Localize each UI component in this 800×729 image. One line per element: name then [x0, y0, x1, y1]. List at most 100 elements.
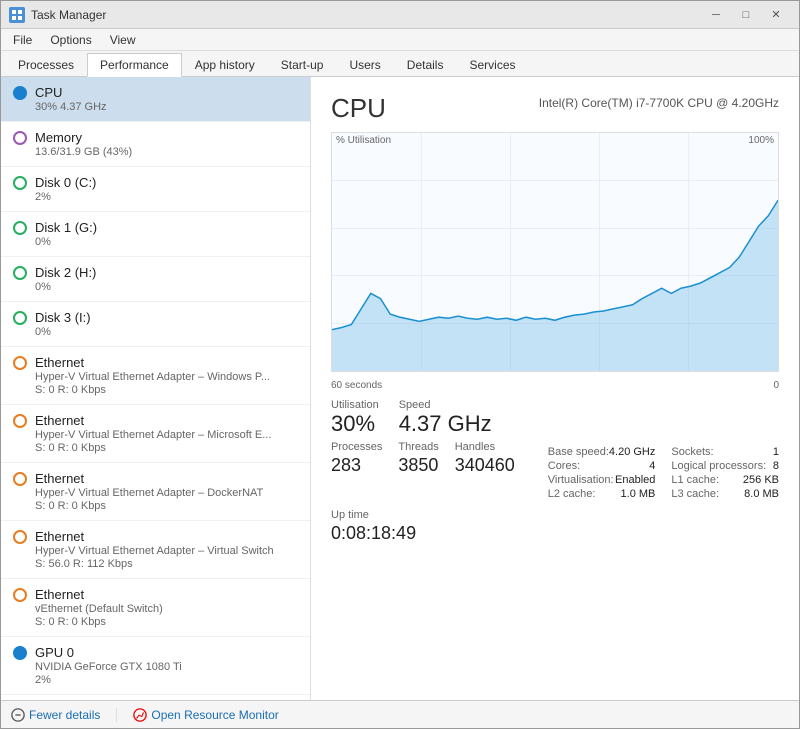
disk3-status-dot — [13, 311, 27, 325]
sidebar-eth4-name: Ethernet — [35, 529, 84, 544]
menu-view[interactable]: View — [102, 31, 144, 49]
close-button[interactable]: ✕ — [761, 5, 791, 25]
sidebar-eth2-sub2: S: 0 R: 0 Kbps — [13, 442, 298, 454]
handles-value: 340460 — [455, 453, 515, 478]
cpu-model: Intel(R) Core(TM) i7-7700K CPU @ 4.20GHz — [539, 93, 779, 115]
sidebar-disk2-sub: 0% — [13, 281, 298, 293]
sidebar-eth3-name: Ethernet — [35, 471, 84, 486]
eth3-status-dot — [13, 472, 27, 486]
sidebar-disk3-name: Disk 3 (I:) — [35, 310, 91, 325]
detail-l3-val: 8.0 MB — [744, 488, 779, 500]
main-panel: CPU Intel(R) Core(TM) i7-7700K CPU @ 4.2… — [311, 77, 799, 700]
sidebar-item-disk1[interactable]: Disk 1 (G:) 0% — [1, 212, 310, 257]
sidebar-gpu0-name: GPU 0 — [35, 645, 74, 660]
detail-logical-key: Logical processors: — [671, 460, 766, 472]
detail-sockets: Sockets: 1 — [671, 445, 779, 459]
sidebar-item-eth2[interactable]: Ethernet Hyper-V Virtual Ethernet Adapte… — [1, 405, 310, 463]
detail-cores: Cores: 4 — [548, 459, 656, 473]
processes-block: Processes 283 — [331, 441, 382, 501]
maximize-button[interactable]: □ — [731, 5, 761, 25]
threads-value: 3850 — [398, 453, 438, 478]
window-controls: ─ □ ✕ — [701, 5, 791, 25]
disk1-status-dot — [13, 221, 27, 235]
sidebar-disk0-name: Disk 0 (C:) — [35, 175, 96, 190]
processes-value: 283 — [331, 453, 382, 478]
tab-users[interactable]: Users — [336, 53, 393, 76]
sidebar-eth5-sub1: vEthernet (Default Switch) — [13, 603, 298, 615]
sidebar-eth3-sub1: Hyper-V Virtual Ethernet Adapter – Docke… — [13, 487, 298, 499]
cpu-title: CPU — [331, 93, 386, 124]
memory-status-dot — [13, 131, 27, 145]
chart-y-max: 100% — [748, 135, 774, 146]
detail-base-speed: Base speed: 4.20 GHz — [548, 445, 656, 459]
sidebar-eth2-name: Ethernet — [35, 413, 84, 428]
sidebar-item-cpu[interactable]: CPU 30% 4.37 GHz — [1, 77, 310, 122]
detail-virt-key: Virtualisation: — [548, 474, 614, 486]
tab-details[interactable]: Details — [394, 53, 457, 76]
detail-base-speed-key: Base speed: — [548, 446, 609, 458]
sidebar-item-gpu0[interactable]: GPU 0 NVIDIA GeForce GTX 1080 Ti 2% — [1, 637, 310, 695]
sidebar-item-memory[interactable]: Memory 13.6/31.9 GB (43%) — [1, 122, 310, 167]
minimize-button[interactable]: ─ — [701, 5, 731, 25]
eth1-status-dot — [13, 356, 27, 370]
sidebar-disk1-name: Disk 1 (G:) — [35, 220, 97, 235]
sidebar-item-eth1[interactable]: Ethernet Hyper-V Virtual Ethernet Adapte… — [1, 347, 310, 405]
eth2-status-dot — [13, 414, 27, 428]
tab-app-history[interactable]: App history — [182, 53, 268, 76]
sidebar-item-eth4[interactable]: Ethernet Hyper-V Virtual Ethernet Adapte… — [1, 521, 310, 579]
sidebar-disk3-sub: 0% — [13, 326, 298, 338]
uptime-block: Up time 0:08:18:49 — [331, 509, 779, 546]
detail-l2-val: 1.0 MB — [621, 488, 656, 500]
detail-virt-val: Enabled — [615, 474, 655, 486]
disk2-status-dot — [13, 266, 27, 280]
sidebar-disk2-name: Disk 2 (H:) — [35, 265, 96, 280]
detail-virtualisation: Virtualisation: Enabled — [548, 473, 656, 487]
chart-bottom-labels: 60 seconds 0 — [331, 380, 779, 391]
tabs-bar: Processes Performance App history Start-… — [1, 51, 799, 77]
sidebar-disk1-sub: 0% — [13, 236, 298, 248]
sidebar-item-disk3[interactable]: Disk 3 (I:) 0% — [1, 302, 310, 347]
detail-cores-val: 4 — [649, 460, 655, 472]
tab-startup[interactable]: Start-up — [268, 53, 337, 76]
detail-cores-key: Cores: — [548, 460, 580, 472]
detail-logical-processors: Logical processors: 8 — [671, 459, 779, 473]
sidebar-eth5-sub2: S: 0 R: 0 Kbps — [13, 616, 298, 628]
sidebar-gpu0-sub1: NVIDIA GeForce GTX 1080 Ti — [13, 661, 298, 673]
fewer-details-button[interactable]: Fewer details — [11, 708, 100, 722]
detail-l2-key: L2 cache: — [548, 488, 596, 500]
fewer-details-label: Fewer details — [29, 708, 100, 722]
tab-processes[interactable]: Processes — [5, 53, 87, 76]
task-manager-window: Task Manager ─ □ ✕ File Options View Pro… — [0, 0, 800, 729]
open-resource-monitor-button[interactable]: Open Resource Monitor — [133, 708, 278, 722]
detail-l1-key: L1 cache: — [671, 474, 719, 486]
sidebar-eth4-sub1: Hyper-V Virtual Ethernet Adapter – Virtu… — [13, 545, 298, 557]
detail-l1-cache: L1 cache: 256 KB — [671, 473, 779, 487]
utilisation-value: 30% — [331, 411, 379, 437]
sidebar-item-disk2[interactable]: Disk 2 (H:) 0% — [1, 257, 310, 302]
speed-block: Speed 4.37 GHz — [399, 399, 492, 437]
detail-base-speed-val: 4.20 GHz — [609, 446, 655, 458]
cpu-chart-svg — [332, 133, 778, 371]
speed-label: Speed — [399, 399, 492, 411]
menu-file[interactable]: File — [5, 31, 40, 49]
sidebar-item-disk0[interactable]: Disk 0 (C:) 2% — [1, 167, 310, 212]
sidebar-eth4-sub2: S: 56.0 R: 112 Kbps — [13, 558, 298, 570]
sidebar-item-eth3[interactable]: Ethernet Hyper-V Virtual Ethernet Adapte… — [1, 463, 310, 521]
content-area: CPU 30% 4.37 GHz Memory 13.6/31.9 GB (43… — [1, 77, 799, 700]
sidebar-gpu0-sub2: 2% — [13, 674, 298, 686]
open-resource-monitor-label: Open Resource Monitor — [151, 708, 278, 722]
handles-block: Handles 340460 — [455, 441, 515, 501]
footer-divider — [116, 708, 117, 722]
uptime-label: Up time — [331, 509, 779, 521]
tab-services[interactable]: Services — [456, 53, 528, 76]
sidebar-disk0-sub: 2% — [13, 191, 298, 203]
menu-options[interactable]: Options — [42, 31, 99, 49]
sidebar-item-eth5[interactable]: Ethernet vEthernet (Default Switch) S: 0… — [1, 579, 310, 637]
tab-performance[interactable]: Performance — [87, 53, 182, 77]
fewer-details-icon — [11, 708, 25, 722]
window-title: Task Manager — [31, 8, 106, 22]
title-bar-left: Task Manager — [9, 7, 106, 23]
sidebar-eth2-sub1: Hyper-V Virtual Ethernet Adapter – Micro… — [13, 429, 298, 441]
sidebar-eth5-name: Ethernet — [35, 587, 84, 602]
detail-sockets-key: Sockets: — [671, 446, 713, 458]
